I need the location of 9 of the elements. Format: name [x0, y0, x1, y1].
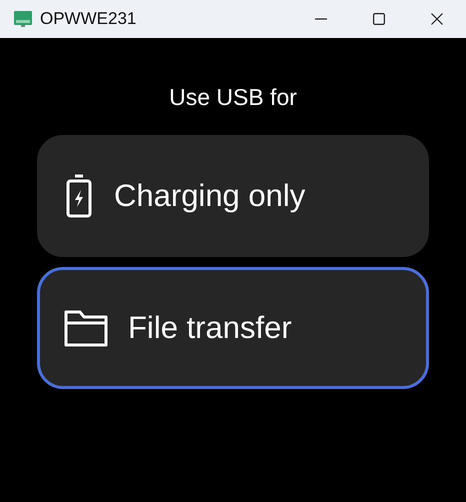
app-icon: [14, 11, 32, 27]
window-title: OPWWE231: [40, 9, 136, 29]
battery-icon: [64, 174, 94, 218]
dialog-heading: Use USB for: [169, 84, 297, 111]
usb-option[interactable]: Charging only: [37, 135, 429, 257]
maximize-icon[interactable]: [373, 13, 385, 25]
folder-icon: [64, 309, 108, 347]
usb-option[interactable]: File transfer: [37, 267, 429, 389]
close-icon[interactable]: [431, 13, 443, 25]
